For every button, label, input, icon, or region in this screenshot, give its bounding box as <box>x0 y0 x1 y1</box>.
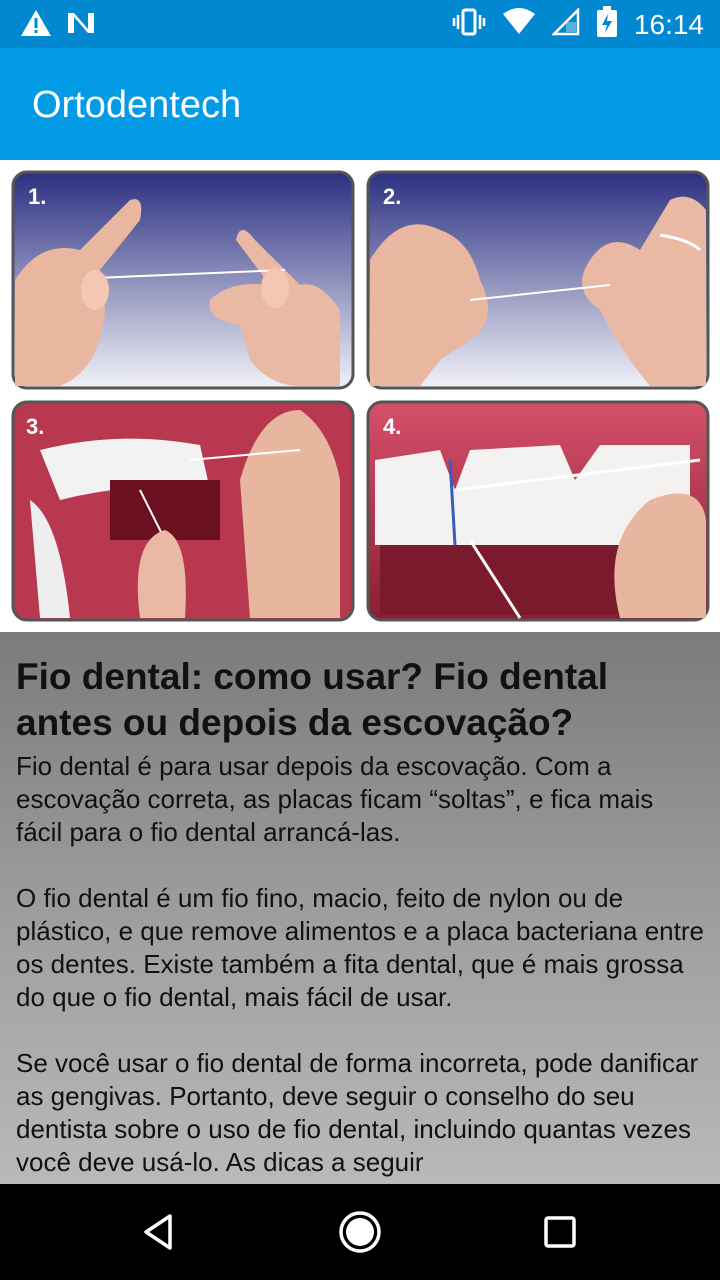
illustration-panel-4: 4. <box>366 400 710 622</box>
panel-2-label: 2. <box>383 184 401 209</box>
recents-icon[interactable] <box>536 1208 584 1256</box>
battery-charging-icon <box>596 6 618 43</box>
vibrate-icon <box>452 7 486 42</box>
panel-1-label: 1. <box>28 184 46 209</box>
navigation-bar <box>0 1184 720 1280</box>
app-title: Ortodentech <box>32 84 242 126</box>
flossing-illustration: 1. 2. 3. 4. <box>0 160 720 632</box>
article-paragraph: Se você usar o fio dental de forma incor… <box>16 1048 699 1177</box>
article-paragraph: O fio dental é um fio fino, macio, feito… <box>16 883 704 1012</box>
illustration-panel-2: 2. <box>366 170 710 390</box>
illustration-panel-1: 1. <box>11 170 355 390</box>
app-bar: Ortodentech <box>0 48 720 160</box>
article-paragraph: Fio dental é para usar depois da escovaç… <box>16 751 654 847</box>
panel-3-label: 3. <box>26 414 44 439</box>
article-heading: Fio dental: como usar? Fio dental antes … <box>16 656 609 743</box>
article-content[interactable]: Fio dental: como usar? Fio dental antes … <box>0 632 720 1184</box>
panel-4-label: 4. <box>383 414 401 439</box>
back-icon[interactable] <box>136 1208 184 1256</box>
warning-icon <box>20 8 52 43</box>
illustration-panel-3: 3. <box>11 400 355 622</box>
status-bar: 16:14 <box>0 0 720 48</box>
wifi-icon <box>502 8 536 41</box>
no-signal-icon <box>550 6 580 41</box>
status-clock: 16:14 <box>633 8 704 40</box>
n-notification-icon <box>66 9 96 42</box>
home-icon[interactable] <box>336 1208 384 1256</box>
